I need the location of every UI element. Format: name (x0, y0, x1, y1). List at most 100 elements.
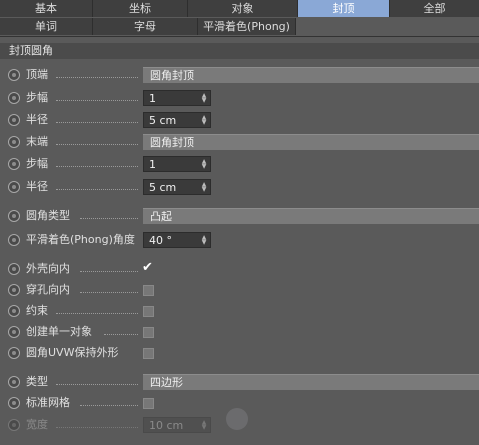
tab-basic[interactable]: 基本 (0, 0, 93, 17)
row-single-object: 创建单一对象 (0, 323, 479, 341)
end-steps-value: 1 (149, 158, 156, 171)
single-object-checkbox[interactable] (143, 327, 154, 338)
end-cap-dropdown[interactable]: 圆角封顶 (143, 134, 479, 150)
fillet-type-label: 圆角类型 (26, 209, 70, 222)
row-phong-angle: 平滑着色(Phong)角度 40 ° ▲ ▼ (0, 231, 479, 249)
row-uvw-keep-shape: 圆角UVW保持外形 (0, 344, 479, 362)
animate-radio-icon[interactable] (8, 263, 20, 275)
animate-radio-icon[interactable] (8, 181, 20, 193)
row-end-steps: 步幅 1 ▲ ▼ (0, 155, 479, 173)
tab-divider (0, 36, 479, 37)
end-radius-label: 半径 (26, 180, 48, 193)
width-input: 10 cm ▲ ▼ (143, 417, 211, 433)
row-top-steps: 步幅 1 ▲ ▼ (0, 89, 479, 107)
dot-leader (104, 333, 138, 335)
tab-coordinates[interactable]: 坐标 (93, 0, 188, 17)
spinner-arrows-icon[interactable]: ▲ ▼ (201, 115, 207, 126)
phong-angle-input[interactable]: 40 ° ▲ ▼ (143, 232, 211, 248)
top-radius-label: 半径 (26, 113, 48, 126)
type-dropdown[interactable]: 四边形 (143, 374, 479, 390)
width-value: 10 cm (149, 419, 184, 432)
top-radius-input[interactable]: 5 cm ▲ ▼ (143, 112, 211, 128)
animate-radio-icon[interactable] (8, 92, 20, 104)
constrain-label: 约束 (26, 304, 48, 317)
top-steps-input[interactable]: 1 ▲ ▼ (143, 90, 211, 106)
end-steps-label: 步幅 (26, 157, 48, 170)
dot-leader (80, 217, 138, 219)
tab-bar-primary: 基本 坐标 对象 封顶 全部 (0, 0, 479, 17)
dot-leader (56, 188, 138, 190)
dot-leader (56, 426, 138, 428)
dot-leader (80, 291, 138, 293)
animate-radio-icon[interactable] (8, 69, 20, 81)
spinner-arrows-icon: ▲ ▼ (201, 419, 207, 431)
dot-leader (56, 165, 138, 167)
row-type: 类型 四边形 (0, 373, 479, 391)
row-end-radius: 半径 5 cm ▲ ▼ (0, 178, 479, 196)
tab-letters[interactable]: 字母 (93, 18, 198, 35)
spinner-arrows-icon[interactable]: ▲ ▼ (201, 93, 207, 104)
row-hole-inward: 穿孔向内 (0, 281, 479, 299)
dot-leader (56, 383, 138, 385)
hull-inward-label: 外壳向内 (26, 262, 70, 275)
row-hull-inward: 外壳向内 ✔ (0, 260, 479, 278)
uvw-keep-shape-label: 圆角UVW保持外形 (26, 346, 119, 359)
spinner-arrows-icon[interactable]: ▲ ▼ (201, 159, 207, 170)
top-steps-value: 1 (149, 92, 156, 105)
animate-radio-icon (8, 419, 20, 431)
width-label: 宽度 (26, 418, 48, 431)
row-end-cap: 末端 圆角封顶 (0, 133, 479, 151)
tab-caps[interactable]: 封顶 (298, 0, 390, 17)
animate-radio-icon[interactable] (8, 326, 20, 338)
dot-leader (56, 121, 138, 123)
end-radius-input[interactable]: 5 cm ▲ ▼ (143, 179, 211, 195)
top-cap-label: 顶端 (26, 68, 48, 81)
dot-leader (56, 143, 138, 145)
top-steps-label: 步幅 (26, 91, 48, 104)
phong-angle-value: 40 ° (149, 234, 172, 247)
end-steps-input[interactable]: 1 ▲ ▼ (143, 156, 211, 172)
row-top-cap: 顶端 圆角封顶 (0, 66, 479, 84)
tab-words[interactable]: 单词 (0, 18, 93, 35)
tab-phong[interactable]: 平滑着色(Phong) (198, 18, 296, 35)
dot-leader (56, 99, 138, 101)
animate-radio-icon[interactable] (8, 158, 20, 170)
row-top-radius: 半径 5 cm ▲ ▼ (0, 111, 479, 129)
dot-leader (56, 312, 138, 314)
animate-radio-icon[interactable] (8, 397, 20, 409)
dot-leader (80, 404, 138, 406)
type-label: 类型 (26, 375, 48, 388)
spinner-arrows-icon[interactable]: ▲ ▼ (201, 182, 207, 193)
hole-inward-label: 穿孔向内 (26, 283, 70, 296)
regular-grid-checkbox[interactable] (143, 398, 154, 409)
animate-radio-icon[interactable] (8, 305, 20, 317)
tab-bar-secondary: 单词 字母 平滑着色(Phong) (0, 18, 296, 35)
hole-inward-checkbox[interactable] (143, 285, 154, 296)
animate-radio-icon[interactable] (8, 136, 20, 148)
fillet-type-dropdown[interactable]: 凸起 (143, 208, 479, 224)
single-object-label: 创建单一对象 (26, 325, 92, 338)
end-radius-value: 5 cm (149, 181, 177, 194)
animate-radio-icon[interactable] (8, 234, 20, 246)
top-cap-dropdown[interactable]: 圆角封顶 (143, 67, 479, 83)
animate-radio-icon[interactable] (8, 376, 20, 388)
tab-object[interactable]: 对象 (188, 0, 298, 17)
phong-angle-label: 平滑着色(Phong)角度 (26, 233, 135, 246)
row-constrain: 约束 (0, 302, 479, 320)
animate-radio-icon[interactable] (8, 210, 20, 222)
animate-radio-icon[interactable] (8, 284, 20, 296)
tab-all[interactable]: 全部 (390, 0, 479, 17)
top-radius-value: 5 cm (149, 114, 177, 127)
spinner-arrows-icon[interactable]: ▲ ▼ (201, 235, 207, 246)
row-fillet-type: 圆角类型 凸起 (0, 207, 479, 225)
regular-grid-label: 标准网格 (26, 396, 70, 409)
end-cap-label: 末端 (26, 135, 48, 148)
checkmark-icon[interactable]: ✔ (142, 260, 156, 276)
uvw-keep-shape-checkbox[interactable] (143, 348, 154, 359)
animate-radio-icon[interactable] (8, 114, 20, 126)
dot-leader (80, 270, 138, 272)
animate-radio-icon[interactable] (8, 347, 20, 359)
constrain-checkbox[interactable] (143, 306, 154, 317)
section-header: 封顶圆角 (0, 43, 479, 59)
cursor-blur (226, 408, 248, 430)
